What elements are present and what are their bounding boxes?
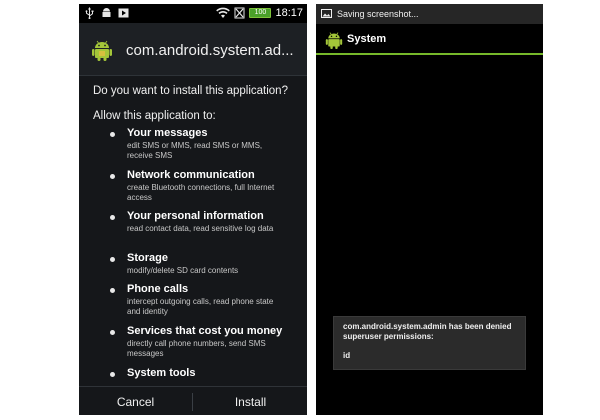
permission-title: Your personal information [127,210,264,222]
package-name: com.android.system.ad... [126,42,294,59]
permission-description: directly call phone numbers, send SMS me… [127,339,266,358]
bullet [110,174,115,179]
superuser-toast: com.android.system.admin has been denied… [333,316,526,370]
system-screen: Saving screenshot... System com.android.… [316,4,543,415]
install-screen: 100 18:17 com.android.system.ad... Do yo… [79,4,307,415]
cancel-button[interactable]: Cancel [79,387,192,415]
permission-title: System tools [127,367,196,379]
permission-description: read contact data, read sensitive log da… [127,224,274,233]
permission-title: Phone calls [127,283,189,295]
allow-heading: Allow this application to: [93,110,216,122]
toast-message: com.android.system.admin has been denied… [343,322,512,341]
android-debug-icon [102,8,111,17]
permission-title: Storage [127,252,168,264]
notification-bar: Saving screenshot... [316,4,543,24]
no-signal-icon [234,7,245,19]
usb-icon [85,7,94,19]
bullet [110,257,115,262]
permission-description: create Bluetooth connections, full Inter… [127,183,275,202]
bullet [110,288,115,293]
permission-title: Your messages [127,127,208,139]
install-button[interactable]: Install [194,387,307,415]
app-title: System [347,33,387,45]
status-time: 18:17 [275,7,303,19]
android-app-icon [325,32,343,49]
app-header: System [316,24,543,55]
media-play-icon [118,8,129,18]
notification-text: Saving screenshot... [337,9,419,19]
bullet [110,215,115,220]
battery-indicator: 100 [249,8,272,18]
screenshot-icon [321,9,332,18]
button-bar: Cancel Install [79,386,307,415]
install-question: Do you want to install this application? [93,85,288,97]
button-divider [192,393,193,411]
permission-description: modify/delete SD card contents [127,266,239,275]
bullet [110,330,115,335]
permission-title: Services that cost you money [127,325,283,337]
app-header: com.android.system.ad... [79,23,307,76]
android-app-icon [92,40,112,61]
permission-description: edit SMS or MMS, read SMS or MMS, receiv… [127,141,263,160]
status-bar: 100 18:17 [79,4,307,23]
permission-description: intercept outgoing calls, read phone sta… [127,297,274,316]
permission-title: Network communication [127,169,255,181]
bullet [110,372,115,377]
bullet [110,132,115,137]
toast-detail: id [343,351,351,360]
wifi-icon [216,7,231,18]
